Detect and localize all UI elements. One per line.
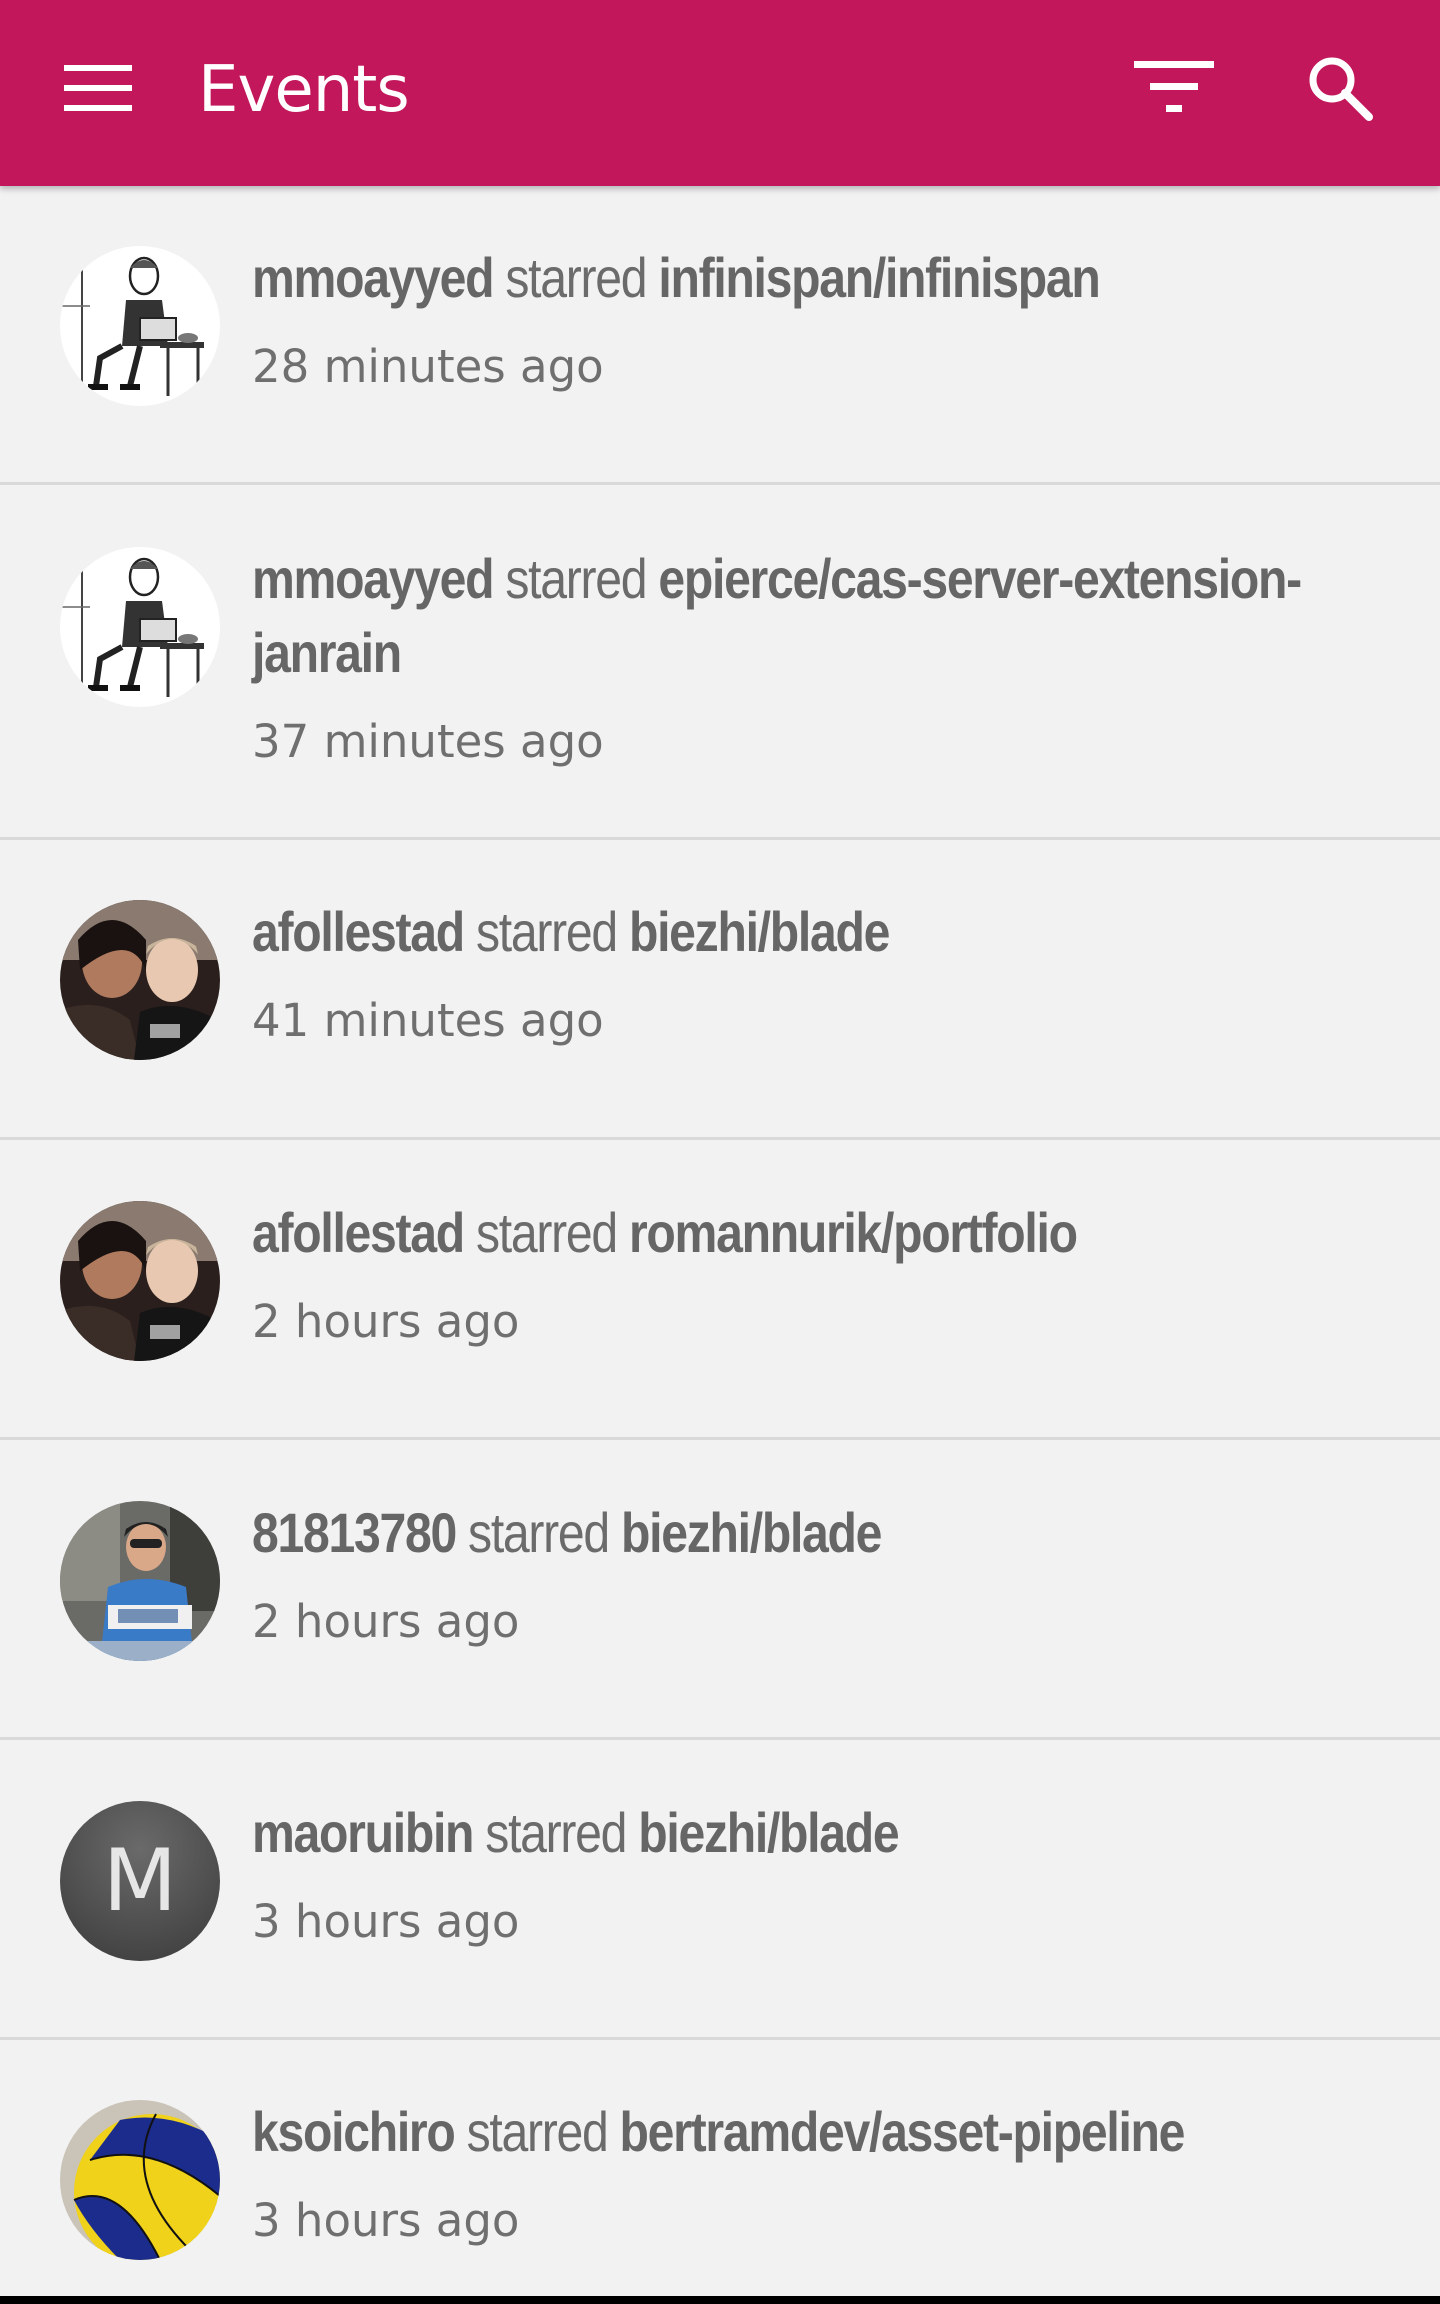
avatar[interactable] xyxy=(60,246,220,406)
search-button[interactable] xyxy=(1290,46,1390,134)
event-repo[interactable]: biezhi/blade xyxy=(638,1801,899,1864)
filter-button[interactable] xyxy=(1124,46,1224,134)
person-photo-avatar-icon xyxy=(60,1501,220,1661)
event-repo[interactable]: biezhi/blade xyxy=(629,900,890,963)
couple-selfie-avatar-icon xyxy=(60,1201,220,1361)
event-description: ksoichiro starred bertramdev/asset-pipel… xyxy=(252,2095,1396,2169)
event-action: starred xyxy=(476,900,618,963)
event-description: maoruibin starred biezhi/blade xyxy=(252,1796,1396,1870)
event-description: afollestad starred romannurik/portfolio xyxy=(252,1196,1396,1270)
event-description: mmoayyed starred infinispan/infinispan xyxy=(252,241,1396,315)
event-timestamp: 37 minutes ago xyxy=(252,715,604,768)
menu-button[interactable] xyxy=(48,46,148,134)
event-item[interactable]: ksoichiro starred bertramdev/asset-pipel… xyxy=(0,2040,1440,2296)
events-list: mmoayyed starred infinispan/infinispan 2… xyxy=(0,186,1440,2296)
event-actor[interactable]: mmoayyed xyxy=(252,547,495,610)
event-item[interactable]: 81813780 starred biezhi/blade 2 hours ag… xyxy=(0,1440,1440,1740)
event-item[interactable]: mmoayyed starred epierce/cas-server-exte… xyxy=(0,485,1440,840)
page-title: Events xyxy=(198,53,410,127)
event-timestamp: 2 hours ago xyxy=(252,1295,520,1348)
events-screen: Events mmoayyed starred infinispan/infin… xyxy=(0,0,1440,2304)
event-actor[interactable]: afollestad xyxy=(252,1201,465,1264)
event-timestamp: 41 minutes ago xyxy=(252,994,604,1047)
event-action: starred xyxy=(466,2100,609,2163)
avatar[interactable] xyxy=(60,900,220,1060)
sketch-man-avatar-icon xyxy=(60,547,220,707)
event-timestamp: 2 hours ago xyxy=(252,1595,520,1648)
event-repo[interactable]: romannurik/portfolio xyxy=(629,1201,1078,1264)
event-actor[interactable]: maoruibin xyxy=(252,1801,474,1864)
event-actor[interactable]: ksoichiro xyxy=(252,2100,456,2163)
volleyball-avatar-icon xyxy=(60,2100,220,2260)
event-description: mmoayyed starred epierce/cas-server-exte… xyxy=(252,542,1396,690)
avatar[interactable] xyxy=(60,547,220,707)
sketch-man-avatar-icon xyxy=(60,246,220,406)
event-action: starred xyxy=(468,1501,610,1564)
event-description: 81813780 starred biezhi/blade xyxy=(252,1496,1396,1570)
event-action: starred xyxy=(476,1201,618,1264)
event-item[interactable]: mmoayyed starred infinispan/infinispan 2… xyxy=(0,186,1440,485)
letter-avatar-icon: M xyxy=(102,1831,178,1931)
avatar[interactable] xyxy=(60,2100,220,2260)
event-repo[interactable]: bertramdev/asset-pipeline xyxy=(620,2100,1186,2163)
avatar[interactable]: M xyxy=(60,1801,220,1961)
avatar[interactable] xyxy=(60,1501,220,1661)
event-item[interactable]: M maoruibin starred biezhi/blade 3 hours… xyxy=(0,1740,1440,2040)
event-repo[interactable]: biezhi/blade xyxy=(621,1501,882,1564)
event-actor[interactable]: 81813780 xyxy=(252,1501,457,1564)
event-timestamp: 3 hours ago xyxy=(252,2194,520,2247)
couple-selfie-avatar-icon xyxy=(60,900,220,1060)
event-repo[interactable]: infinispan/infinispan xyxy=(658,246,1100,309)
event-timestamp: 28 minutes ago xyxy=(252,340,604,393)
filter-icon xyxy=(1134,60,1214,120)
event-item[interactable]: afollestad starred biezhi/blade 41 minut… xyxy=(0,840,1440,1140)
event-action: starred xyxy=(485,1801,627,1864)
event-action: starred xyxy=(505,547,647,610)
menu-icon xyxy=(64,63,132,118)
event-actor[interactable]: afollestad xyxy=(252,900,465,963)
app-toolbar: Events xyxy=(0,0,1440,186)
event-item[interactable]: afollestad starred romannurik/portfolio … xyxy=(0,1140,1440,1440)
search-icon xyxy=(1307,55,1373,126)
event-description: afollestad starred biezhi/blade xyxy=(252,895,1396,969)
event-timestamp: 3 hours ago xyxy=(252,1895,520,1948)
event-actor[interactable]: mmoayyed xyxy=(252,246,495,309)
avatar[interactable] xyxy=(60,1201,220,1361)
event-action: starred xyxy=(505,246,647,309)
navigation-bar-edge xyxy=(0,2296,1440,2304)
